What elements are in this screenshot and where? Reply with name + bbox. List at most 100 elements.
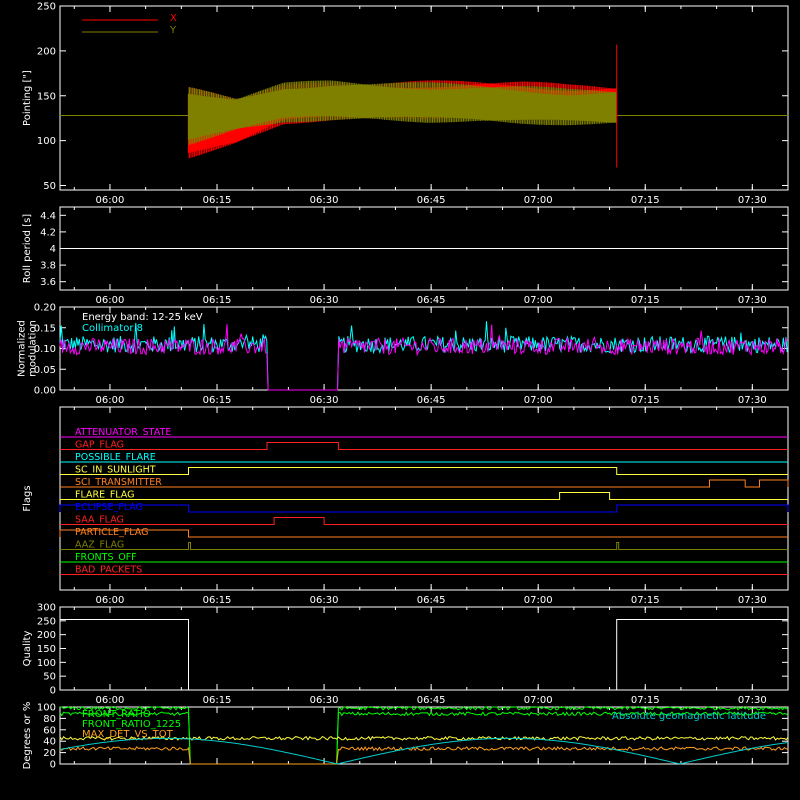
modulation-ytick-label: 0.00	[34, 386, 56, 397]
quality-xtick-label: 06:30	[310, 695, 339, 706]
degrees-ytick-label: 40	[43, 737, 56, 748]
flag-trace-sc-in-sunlight	[60, 467, 788, 475]
modulation-ylabel: Normalized	[17, 320, 28, 377]
roll-xtick-label: 07:00	[524, 295, 553, 306]
pointing-series-y	[187, 80, 617, 145]
modulation-xtick-label: 07:15	[631, 395, 660, 406]
flag-trace-eclipse-flag	[59, 504, 789, 513]
flag-label-fronts-off: FRONTS_OFF	[75, 552, 137, 563]
modulation-panel: 06:00 06:15 06:30 06:45 07:00 07:15 07:30 0.00 0…	[17, 303, 789, 406]
quality-ytick-label: 300	[37, 603, 56, 614]
pointing-xtick-label: 06:15	[203, 195, 232, 206]
pointing-ylabel: Pointing ["]	[22, 70, 33, 126]
pointing-xtick-label: 06:00	[96, 195, 125, 206]
roll-ylabel: Roll period [s]	[22, 214, 33, 283]
quality-ytick-label: 250	[37, 616, 56, 627]
roll-xtick-label: 06:45	[417, 295, 446, 306]
degrees-panel: 020406080100Degrees or % FRONT_RATIOFRONT…	[22, 702, 789, 771]
qa-figure: 06:00 06:15 06:30 06:45 07:00 07:15 07:30 50 100…	[17, 2, 789, 771]
quality-ytick-label: 50	[43, 672, 56, 683]
roll-xtick-label: 06:15	[203, 295, 232, 306]
flags-xtick-label: 06:15	[203, 595, 232, 606]
pointing-ytick-label: 200	[37, 46, 56, 57]
modulation-annotation-collimator: Collimator 8	[82, 323, 143, 334]
flag-label-gap-flag: GAP_FLAG	[75, 440, 124, 451]
quality-xtick-label: 06:45	[417, 695, 446, 706]
chart-stage: 06:00 06:15 06:30 06:45 07:00 07:15 07:30 50 100…	[0, 0, 800, 800]
quality-xtick-label: 07:15	[631, 695, 660, 706]
roll-ytick-label: 3.8	[40, 261, 56, 272]
pointing-ytick-label: 150	[37, 91, 56, 102]
flag-trace-flare-flag	[60, 492, 788, 500]
flags-xtick-label: 06:45	[417, 595, 446, 606]
modulation-xtick-label: 06:15	[203, 395, 232, 406]
degrees-ytick-label: 60	[43, 725, 56, 736]
roll-ytick-label: 4.4	[40, 211, 56, 222]
degrees-ytick-label: 80	[43, 714, 56, 725]
flags-xtick-label: 07:30	[738, 595, 767, 606]
flag-trace-sci-transmitter	[60, 479, 789, 488]
degrees-ytick-label: 100	[37, 703, 56, 714]
quality-xtick-label: 06:15	[203, 695, 232, 706]
degrees-ytick-label: 0	[50, 760, 56, 771]
pointing-ytick-label: 250	[37, 2, 56, 13]
flag-trace-gap-flag	[60, 442, 788, 450]
pointing-xtick-label: 07:15	[631, 195, 660, 206]
quality-series	[60, 619, 788, 691]
degrees-series-2	[59, 746, 789, 765]
flag-label-possible-flare: POSSIBLE_FLARE	[75, 452, 156, 463]
pointing-ytick-label: 100	[37, 136, 56, 147]
flag-label-aaz-flag: AAZ_FLAG	[75, 540, 124, 551]
flag-label-flare-flag: FLARE_FLAG	[75, 490, 135, 501]
flag-label-particle-flag: PARTICLE_FLAG	[75, 527, 148, 538]
modulation-xtick-label: 06:45	[417, 395, 446, 406]
pointing-xtick-label: 07:30	[738, 195, 767, 206]
roll-panel: 06:00 06:15 06:30 06:45 07:00 07:15 07:30 3.6 3.…	[22, 206, 789, 306]
roll-xtick-label: 07:15	[631, 295, 660, 306]
flags-panel: 06:00 06:15 06:30 06:45 07:00 07:15 07:30 Flags…	[22, 406, 789, 606]
flag-trace-saa-flag	[60, 517, 788, 525]
quality-ytick-label: 200	[37, 630, 56, 641]
quality-panel: 06:00 06:15 06:30 06:45 07:00 07:15 07:30 0 50 10…	[22, 603, 789, 706]
roll-ytick-label: 3.6	[40, 277, 56, 288]
flags-ylabel: Flags	[22, 485, 33, 511]
flag-label-bad-packets: BAD_PACKETS	[75, 565, 142, 576]
flag-label-eclipse-flag: ECLIPSE_FLAG	[75, 502, 143, 513]
legend-label-y: Y	[169, 25, 177, 36]
modulation-xtick-label: 06:30	[310, 395, 339, 406]
roll-xtick-label: 06:00	[96, 295, 125, 306]
pointing-xtick-label: 06:30	[310, 195, 339, 206]
quality-ytick-label: 150	[37, 644, 56, 655]
modulation-series-0	[59, 321, 788, 391]
flags-xtick-label: 06:30	[310, 595, 339, 606]
degrees-series-4	[59, 737, 789, 765]
flag-label-sc-in-sunlight: SC_IN_SUNLIGHT	[75, 465, 156, 476]
roll-xtick-label: 07:30	[738, 295, 767, 306]
modulation-series-1	[59, 324, 788, 391]
flags-xtick-label: 06:00	[96, 595, 125, 606]
modulation-xtick-label: 07:00	[524, 395, 553, 406]
quality-xtick-label: 07:00	[524, 695, 553, 706]
legend-label-x: X	[170, 13, 177, 24]
flag-label-saa-flag: SAA_FLAG	[75, 515, 124, 526]
pointing-xtick-label: 06:45	[417, 195, 446, 206]
pointing-panel: 06:00 06:15 06:30 06:45 07:00 07:15 07:30 50 100…	[22, 2, 789, 206]
quality-xtick-label: 06:00	[96, 695, 125, 706]
degrees-ytick-label: 20	[43, 748, 56, 759]
modulation-ytick-label: 0.20	[34, 303, 56, 314]
quality-ytick-label: 100	[37, 658, 56, 669]
flags-xtick-label: 07:00	[524, 595, 553, 606]
flag-trace-particle-flag	[59, 529, 788, 538]
quality-xtick-label: 07:30	[738, 695, 767, 706]
modulation-xtick-label: 06:00	[96, 395, 125, 406]
modulation-xtick-label: 07:30	[738, 395, 767, 406]
flag-label-sci-transmitter: SCI_TRANSMITTER	[75, 477, 162, 488]
flag-trace-aaz-flag	[60, 542, 788, 550]
roll-ytick-label: 4.2	[40, 227, 56, 238]
modulation-ylabel: modulation	[28, 320, 39, 377]
roll-ytick-label: 4	[50, 244, 56, 255]
pointing-xtick-label: 07:00	[524, 195, 553, 206]
roll-xtick-label: 06:30	[310, 295, 339, 306]
pointing-ytick-label: 50	[43, 181, 56, 192]
quality-ytick-label: 0	[50, 686, 56, 697]
